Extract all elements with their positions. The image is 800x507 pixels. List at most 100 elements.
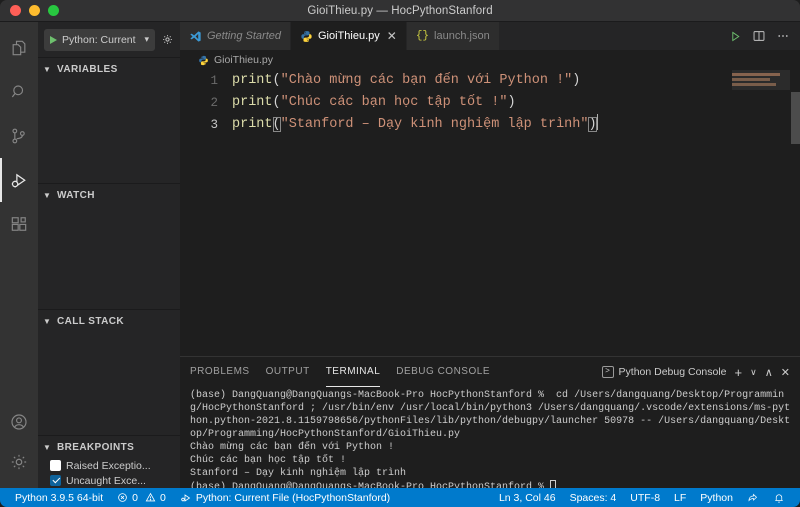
status-bar-right: Ln 3, Col 46 Spaces: 4 UTF-8 LF Python: [492, 492, 792, 504]
bottom-panel: PROBLEMS OUTPUT TERMINAL DEBUG CONSOLE >…: [180, 356, 800, 488]
status-bar: Python 3.9.5 64-bit 0 0 Python: Current …: [0, 488, 800, 507]
run-python-file-icon[interactable]: [729, 30, 742, 43]
status-language-mode[interactable]: Python: [693, 492, 740, 504]
activity-item-source-control[interactable]: [0, 114, 38, 158]
editor-tab-bar: Getting Started GioiThieu.py ✕ {} launch…: [180, 22, 800, 50]
chevron-down-icon: ▼: [43, 64, 52, 74]
pane-body-variables: [38, 80, 180, 183]
editor-actions: [719, 22, 800, 50]
terminal-prompt-line: (base) DangQuang@DangQuangs-MacBook-Pro …: [190, 480, 794, 488]
split-editor-icon[interactable]: [752, 29, 766, 43]
status-feedback[interactable]: [740, 492, 766, 504]
activity-item-settings[interactable]: [0, 442, 38, 482]
run-icon: [180, 492, 192, 504]
pane-header-variables[interactable]: ▼ VARIABLES: [38, 58, 180, 80]
play-icon[interactable]: [50, 35, 57, 44]
status-notifications[interactable]: [766, 492, 792, 504]
text-cursor: [596, 114, 599, 130]
gear-icon: [9, 452, 29, 472]
code-line[interactable]: print("Stanford – Dạy kinh nghiệm lập tr…: [232, 114, 800, 136]
code-editor[interactable]: 123 print("Chào mừng các bạn đến với Pyt…: [180, 70, 800, 356]
code-content[interactable]: print ( "Chào mừng các bạn đến với Python …: [226, 70, 800, 356]
token-punctuation: (: [272, 95, 281, 110]
activity-item-extensions[interactable]: [0, 202, 38, 246]
token-punctuation: ): [507, 95, 516, 110]
terminal-selector[interactable]: > Python Debug Console: [601, 366, 727, 378]
vscode-icon: [189, 30, 202, 43]
status-run-config-label: Python: Current File (HocPythonStanford): [195, 491, 391, 504]
status-warning-count: 0: [160, 491, 166, 504]
editor-tabs: Getting Started GioiThieu.py ✕ {} launch…: [180, 22, 719, 50]
account-icon: [9, 412, 29, 432]
breakpoint-row[interactable]: Raised Exceptio...: [38, 458, 180, 473]
terminal-selector-label: Python Debug Console: [618, 366, 727, 378]
tab-label: GioiThieu.py: [318, 30, 380, 42]
line-number: 1: [210, 74, 218, 88]
status-encoding[interactable]: UTF-8: [623, 492, 667, 504]
panel-tab-debug-console[interactable]: DEBUG CONSOLE: [396, 357, 490, 387]
pane-call-stack: ▼ CALL STACK: [38, 309, 180, 435]
status-cursor-position[interactable]: Ln 3, Col 46: [492, 492, 563, 504]
open-launch-json-gear-icon[interactable]: [161, 33, 174, 46]
close-window-button[interactable]: [10, 5, 21, 16]
status-python-version[interactable]: Python 3.9.5 64-bit: [8, 492, 110, 504]
status-problems[interactable]: 0 0: [110, 492, 173, 504]
terminal-dropdown-icon[interactable]: ∨: [750, 367, 757, 378]
feedback-icon: [747, 492, 759, 504]
chevron-down-icon: ▼: [43, 442, 52, 452]
activity-item-accounts[interactable]: [0, 402, 38, 442]
token-string: "Stanford – Dạy kinh nghiệm lập trình": [280, 117, 589, 132]
panel-tab-terminal[interactable]: TERMINAL: [325, 357, 381, 387]
chevron-down-icon[interactable]: ▾: [144, 34, 149, 45]
editor-scrollbar[interactable]: [791, 92, 800, 144]
debug-toolbar: Python: Current ▾: [38, 22, 180, 57]
pane-breakpoints: ▼ BREAKPOINTS Raised Exceptio... Uncaugh…: [38, 435, 180, 488]
token-punctuation: ): [572, 73, 581, 88]
line-number: 3: [210, 118, 218, 132]
pane-watch: ▼ WATCH: [38, 183, 180, 309]
pane-body-call-stack: [38, 332, 180, 435]
panel-tab-output[interactable]: OUTPUT: [266, 357, 310, 387]
code-line[interactable]: print("Chúc các bạn học tập tốt !"): [232, 92, 800, 114]
token-function: print: [232, 73, 273, 88]
pane-header-watch[interactable]: ▼ WATCH: [38, 184, 180, 206]
ellipsis-icon[interactable]: [776, 29, 790, 43]
tab-gioithieu-py[interactable]: GioiThieu.py ✕: [291, 22, 407, 50]
pane-body-watch: [38, 206, 180, 309]
launch-configuration-select[interactable]: Python: Current ▾: [44, 28, 155, 51]
code-line[interactable]: print("Chào mừng các bạn đến với Python …: [232, 70, 800, 92]
pane-header-breakpoints[interactable]: ▼ BREAKPOINTS: [38, 436, 180, 458]
activity-item-search[interactable]: [0, 70, 38, 114]
status-error-count: 0: [132, 491, 138, 504]
activity-bar: [0, 22, 38, 488]
status-eol[interactable]: LF: [667, 492, 693, 504]
sidebar-debug: Python: Current ▾ ▼ VARIABLES ▼ WATCH ▼ …: [38, 22, 180, 488]
error-icon: [117, 492, 128, 503]
tab-launch-json[interactable]: {} launch.json: [406, 22, 500, 50]
terminal-line: Stanford – Dạy kinh nghiệm lập trình: [190, 468, 407, 479]
new-terminal-icon[interactable]: +: [735, 365, 743, 380]
breakpoint-row[interactable]: Uncaught Exce...: [38, 473, 180, 488]
panel-controls: > Python Debug Console + ∨ ∧ ✕: [601, 365, 790, 380]
token-string: "Chúc các bạn học tập tốt !": [280, 95, 508, 110]
status-run-config[interactable]: Python: Current File (HocPythonStanford): [173, 492, 397, 504]
title-bar: GioiThieu.py — HocPythonStanford: [0, 0, 800, 22]
pane-header-call-stack[interactable]: ▼ CALL STACK: [38, 310, 180, 332]
warning-icon: [145, 492, 156, 503]
terminal-output[interactable]: (base) DangQuang@DangQuangs-MacBook-Pro …: [180, 387, 800, 488]
panel-tab-problems[interactable]: PROBLEMS: [190, 357, 250, 387]
breakpoint-checkbox[interactable]: [50, 475, 61, 486]
zoom-window-button[interactable]: [48, 5, 59, 16]
pane-body-breakpoints: Raised Exceptio... Uncaught Exce...: [38, 458, 180, 488]
tab-getting-started[interactable]: Getting Started: [180, 22, 291, 50]
minimize-window-button[interactable]: [29, 5, 40, 16]
activity-item-run-and-debug[interactable]: [0, 158, 38, 202]
breakpoint-checkbox[interactable]: [50, 460, 61, 471]
close-icon[interactable]: ✕: [387, 30, 397, 42]
token-string: "Chào mừng các bạn đến với Python !": [280, 73, 573, 88]
close-panel-icon[interactable]: ✕: [781, 366, 790, 379]
maximize-panel-icon[interactable]: ∧: [765, 366, 773, 379]
breadcrumb[interactable]: GioiThieu.py: [180, 50, 800, 70]
status-indentation[interactable]: Spaces: 4: [563, 492, 624, 504]
activity-item-explorer[interactable]: [0, 26, 38, 70]
